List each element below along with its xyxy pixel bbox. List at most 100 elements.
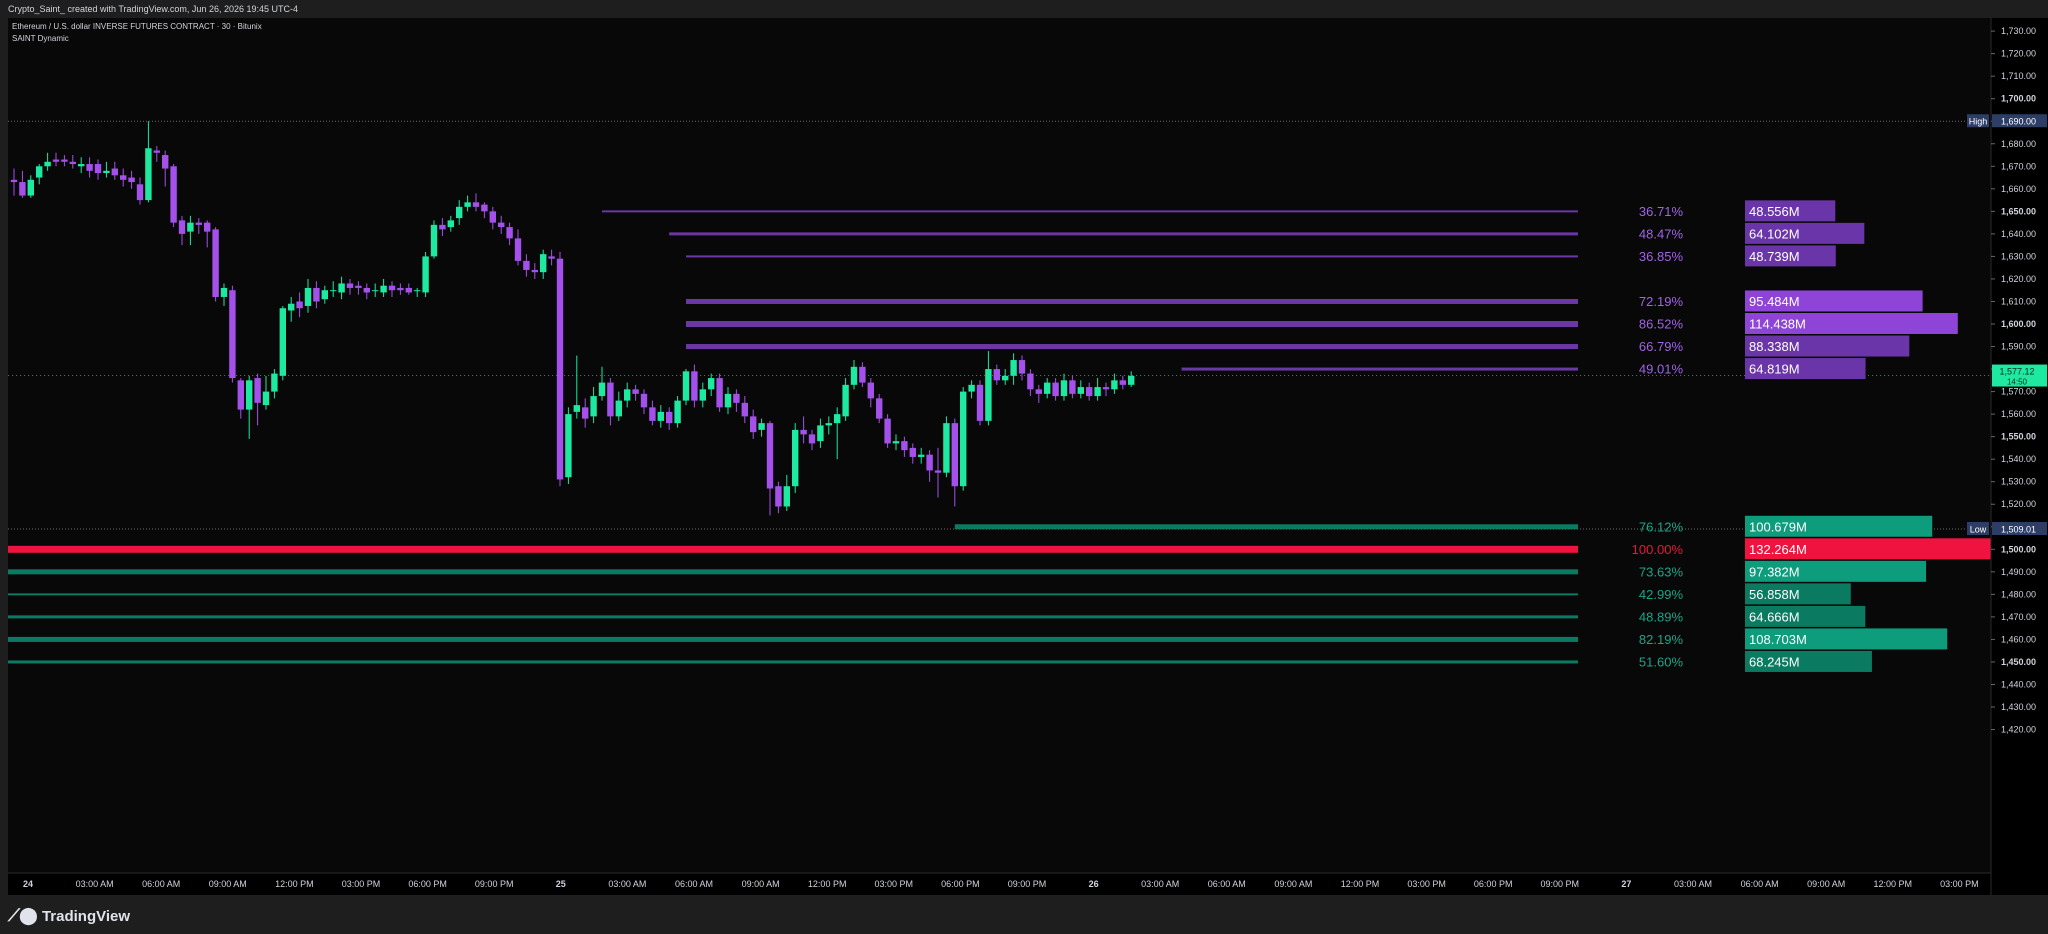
candle-body [766,423,774,489]
price-chart[interactable]: 36.71% 48.556M 48.47% 64.102M 36.85% 48.739M 7… [0,18,2048,895]
candle-body [19,182,26,196]
candle-body [204,222,211,232]
candle-body [514,238,522,261]
time-tick-label: 03:00 PM [875,879,914,889]
candle-body [640,393,648,408]
candle-body [69,161,76,165]
high-tag: High 1,690.00 [1967,114,2047,128]
candle-body [103,170,110,174]
volume-level-percent: 49.01% [1639,362,1684,377]
low-tag-label: Low [1970,525,1987,535]
candle-body [380,285,387,293]
candle-body [632,389,639,394]
candle-body [27,179,34,196]
candle-body [607,382,614,417]
candle-body [187,222,194,232]
price-tick-label: 1,450.00 [2001,657,2036,667]
candle-body [708,378,715,390]
candle-body [825,423,832,426]
time-tick-label: 09:00 AM [209,879,247,889]
candle-body [531,269,538,273]
candle-body [884,418,891,444]
time-tick-label: 06:00 AM [1208,879,1246,889]
time-tick-label: 06:00 PM [1474,879,1513,889]
volume-level-value: 48.556M [1749,204,1800,219]
candle-body [682,371,690,401]
volume-level-line [8,660,1578,664]
candle-body [943,423,950,473]
candle-body [926,454,933,471]
tradingview-logo[interactable]: ⟋⬤ TradingView [8,906,130,926]
candle-body [1069,380,1076,394]
candle-body [1018,360,1026,374]
low-tag: Low 1,509.01 [1967,522,2047,536]
volume-level-line [8,636,1578,642]
time-tick-label: 09:00 AM [1807,879,1845,889]
candle-body [94,164,102,174]
candle-body [733,393,740,403]
candle-body [464,202,471,207]
candle-body [624,389,631,401]
candle-body [1086,387,1093,397]
candle-body [615,400,622,417]
candle-body [338,283,345,293]
volume-level-line [8,569,1578,575]
candle-body [842,384,849,417]
candle-body [36,166,43,178]
candle-body [10,179,18,183]
volume-level-line [8,545,1578,553]
candle-body [724,393,732,408]
legend-indicator[interactable]: SAINT Dynamic [12,34,69,43]
time-tick-label: 06:00 PM [941,879,980,889]
candle-body [968,384,975,392]
candle-body [397,287,404,291]
last-price-countdown: 14:50 [2007,378,2028,387]
candle-body [246,380,253,410]
time-tick-label: 12:00 PM [1341,879,1380,889]
volume-level-percent: 36.85% [1639,249,1684,264]
candle-body [372,290,379,292]
candle-body [212,229,219,297]
candle-body [229,290,236,379]
volume-level-value: 64.666M [1749,609,1800,624]
time-tick-label: 09:00 PM [1541,879,1580,889]
candle-body [288,303,295,311]
volume-level-value: 132.264M [1749,542,1807,557]
candle-body [934,470,942,473]
price-tick-label: 1,490.00 [2001,567,2036,577]
price-tick-label: 1,660.00 [2001,184,2036,194]
volume-level-line [686,344,1578,350]
time-tick-label: 12:00 PM [275,879,314,889]
time-tick-label: 09:00 AM [742,879,780,889]
chart-credit: Crypto_Saint_ created with TradingView.c… [8,4,298,14]
candle-body [279,308,286,376]
time-tick-label: 27 [1621,879,1631,889]
candle-body [78,164,85,167]
time-tick-label: 03:00 AM [1674,879,1712,889]
volume-level-percent: 100.00% [1632,542,1684,557]
candle-body [346,283,354,288]
candle-body [128,177,135,183]
candle-body [834,414,841,424]
candle-body [699,389,706,401]
candle-body [136,184,144,201]
price-tick-label: 1,650.00 [2001,206,2036,216]
price-tick-label: 1,680.00 [2001,139,2036,149]
candle-body [909,447,916,457]
price-tick-label: 1,730.00 [2001,26,2036,36]
time-tick-label: 06:00 AM [675,879,713,889]
candle-body [758,423,765,430]
volume-level-percent: 73.63% [1639,564,1684,579]
price-tick-label: 1,590.00 [2001,342,2036,352]
price-tick-label: 1,420.00 [2001,725,2036,735]
legend-symbol[interactable]: Ethereum / U.S. dollar INVERSE FUTURES C… [12,22,262,31]
candle-body [1111,380,1118,390]
price-tick-label: 1,520.00 [2001,499,2036,509]
time-tick-label: 03:00 AM [608,879,646,889]
candle-body [321,290,328,300]
volume-level-line [669,232,1578,236]
candle-body [548,256,555,259]
candle-body [330,290,337,292]
volume-level-value: 64.102M [1749,226,1800,241]
candle-body [472,202,480,207]
